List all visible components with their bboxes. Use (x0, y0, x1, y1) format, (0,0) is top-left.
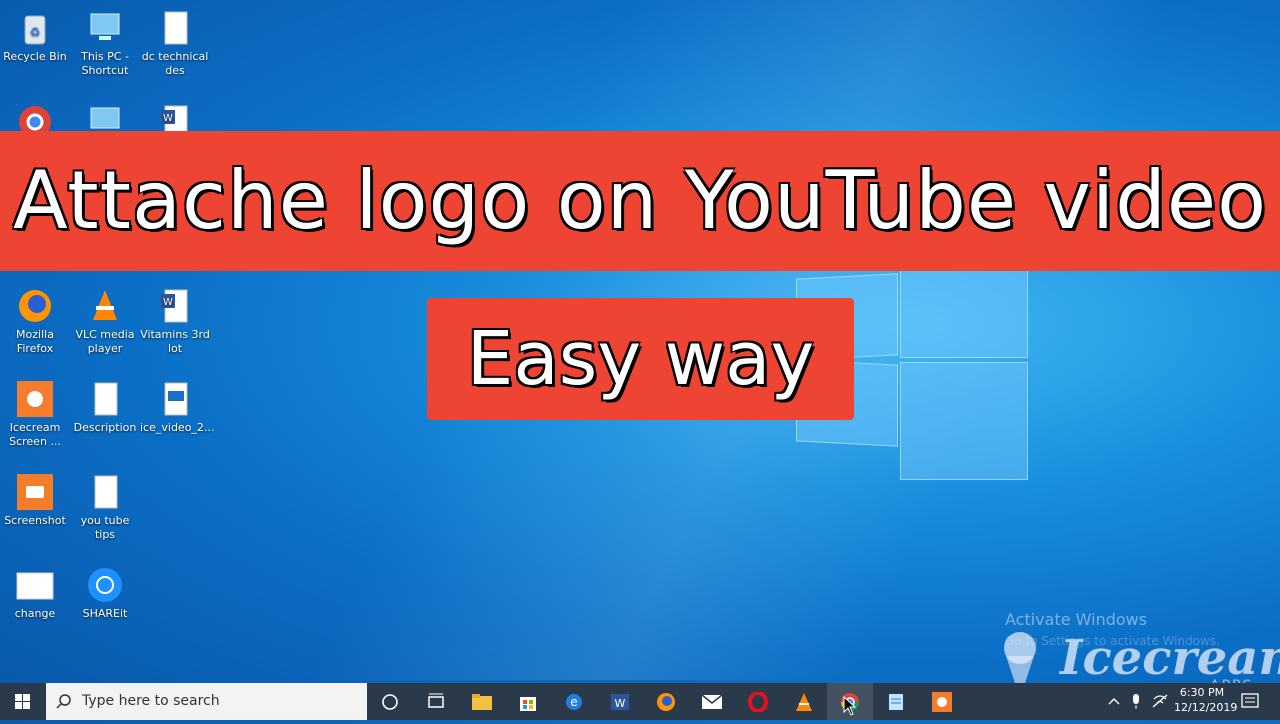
desktop-icon-label: Mozilla Firefox (16, 328, 54, 355)
mail-icon (701, 693, 723, 709)
taskbar-opera[interactable] (735, 683, 781, 720)
desktop-icon-shareit[interactable]: SHAREit (70, 565, 140, 621)
microphone-button[interactable] (1128, 683, 1144, 720)
desktop-icon-label: Vitamins 3rd lot (140, 328, 210, 355)
svg-text:W: W (615, 697, 626, 710)
taskbar-firefox[interactable] (643, 683, 689, 720)
svg-text:W: W (163, 297, 173, 308)
windows-start-icon (15, 694, 30, 709)
image-icon (15, 565, 55, 605)
show-hidden-icons-button[interactable] (1104, 683, 1124, 720)
computer-icon (85, 8, 125, 48)
edge-icon: e (566, 693, 582, 710)
recycle-bin-icon: ♻ (15, 8, 55, 48)
icecream-icon (932, 691, 952, 712)
title-banner: Attache logo on YouTube video (0, 131, 1280, 271)
desktop-icon-label: SHAREit (82, 607, 128, 620)
desktop-icon-label: This PC - Shortcut (81, 50, 129, 77)
clock-date: 12/12/2019 (1174, 701, 1238, 714)
word-doc-icon: W (155, 286, 195, 326)
activate-windows-title: Activate Windows (1005, 610, 1148, 629)
shareit-icon (85, 565, 125, 605)
video-file-icon (155, 379, 195, 419)
document-icon (85, 472, 125, 512)
chevron-up-icon (1108, 698, 1120, 705)
desktop-icon-change[interactable]: change (0, 565, 70, 621)
desktop-icon-icecream-screen[interactable]: Icecream Screen ... (0, 379, 70, 449)
svg-text:♻: ♻ (30, 25, 41, 39)
desktop-icon-label: change (14, 607, 56, 620)
taskbar-edge[interactable]: e (551, 683, 597, 720)
desktop-icon-label: Recycle Bin (3, 50, 67, 63)
vlc-icon (85, 286, 125, 326)
subtitle-pill: Easy way (427, 298, 854, 420)
taskbar-word[interactable]: W (597, 683, 643, 720)
taskbar-store[interactable] (505, 683, 551, 720)
task-view-button[interactable] (413, 683, 459, 720)
search-icon (56, 694, 71, 709)
store-icon (520, 696, 536, 711)
desktop-icon-label: you tube tips (80, 514, 130, 541)
task-view-icon (428, 693, 444, 708)
cortana-icon (382, 693, 398, 710)
desktop-icon-you-tube-tips[interactable]: you tube tips (70, 472, 140, 542)
firefox-icon (15, 286, 55, 326)
network-button[interactable] (1150, 683, 1170, 720)
search-placeholder: Type here to search (82, 693, 220, 709)
desktop-icon-dc-technical[interactable]: dc technical des (140, 8, 210, 78)
desktop-icon-label: VLC media player (75, 328, 135, 355)
microphone-icon (1133, 694, 1139, 709)
vlc-icon (796, 692, 812, 711)
word-icon: W (611, 693, 629, 710)
notepad-icon (889, 693, 903, 710)
taskbar-icecream-recorder[interactable] (919, 683, 965, 720)
notification-icon (1241, 693, 1259, 708)
search-box[interactable]: Type here to search (46, 683, 367, 720)
document-icon (155, 8, 195, 48)
taskbar-vlc[interactable] (781, 683, 827, 720)
desktop-icon-description[interactable]: Description (70, 379, 140, 435)
desktop-icon-vitamins[interactable]: W Vitamins 3rd lot (140, 286, 210, 356)
taskbar-mail[interactable] (689, 683, 735, 720)
clock-time: 6:30 PM (1179, 686, 1225, 699)
document-icon (85, 379, 125, 419)
taskbar: Type here to search e W 6:30 PM 12/12/20… (0, 683, 1280, 720)
svg-text:e: e (570, 695, 577, 709)
wifi-icon (1152, 694, 1168, 708)
action-center-button[interactable] (1238, 683, 1262, 720)
desktop-icon-firefox[interactable]: Mozilla Firefox (0, 286, 70, 356)
desktop-icon-this-pc[interactable]: This PC - Shortcut (70, 8, 140, 78)
taskbar-file-explorer[interactable] (459, 683, 505, 720)
desktop-icon-recycle-bin[interactable]: ♻ Recycle Bin (0, 8, 70, 64)
icecream-icon (15, 379, 55, 419)
svg-text:W: W (163, 113, 173, 124)
start-button[interactable] (0, 683, 46, 720)
desktop-icon-label: dc technical des (141, 50, 209, 77)
taskbar-notepad[interactable] (873, 683, 919, 720)
folder-icon (472, 693, 492, 710)
desktop-icon-label: Description (73, 421, 137, 434)
desktop-icon-label: Screenshot (4, 514, 66, 527)
subtitle-text: Easy way (466, 316, 815, 402)
desktop-icon-screenshot[interactable]: Screenshot (0, 472, 70, 528)
mouse-pointer-icon (843, 696, 857, 716)
desktop-icon-label: ice_video_2... (140, 421, 215, 434)
desktop-icon-label: Icecream Screen ... (9, 421, 61, 448)
firefox-icon (657, 692, 675, 711)
desktop-icon-vlc[interactable]: VLC media player (70, 286, 140, 356)
cortana-button[interactable] (367, 683, 413, 720)
clock[interactable]: 6:30 PM 12/12/2019 (1174, 683, 1238, 720)
screenshot-icon (15, 472, 55, 512)
banner-title: Attache logo on YouTube video (12, 154, 1268, 247)
desktop-icon-ice-video[interactable]: ice_video_2... (140, 379, 214, 435)
opera-icon (748, 691, 768, 712)
